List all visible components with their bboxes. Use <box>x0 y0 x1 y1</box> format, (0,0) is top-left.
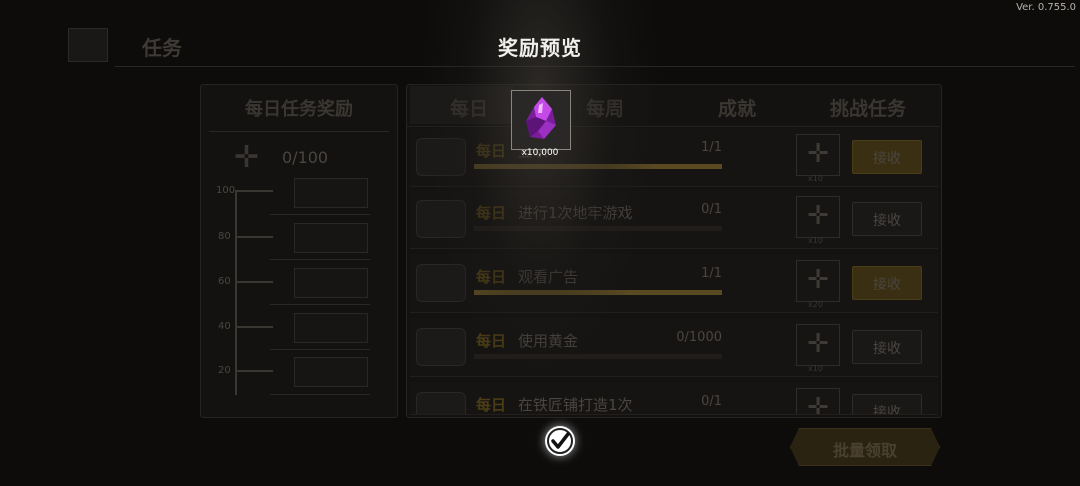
milestone-label: 80 <box>218 231 231 242</box>
milestone-label: 100 <box>216 185 236 196</box>
reward-preview-title: 奖励预览 <box>498 36 582 60</box>
milestone-tick <box>235 370 273 372</box>
task-reward-box[interactable]: ✛ <box>796 196 840 238</box>
confirm-button[interactable] <box>545 426 575 456</box>
reward-count: x10,000 <box>521 148 559 158</box>
claim-button[interactable]: 接收 <box>852 394 922 415</box>
task-reward-count: x10 <box>808 236 823 245</box>
milestone-label: 40 <box>218 321 231 332</box>
milestone-track <box>235 190 237 395</box>
task-progress: 0/1 <box>701 394 722 409</box>
sword-icon: ✛ <box>807 139 829 169</box>
milestone-tick <box>235 190 273 192</box>
task-reward-box[interactable]: ✛ <box>796 134 840 176</box>
claim-label: 接收 <box>873 277 901 293</box>
task-progress: 1/1 <box>701 266 722 281</box>
milestone-label: 60 <box>218 276 231 287</box>
divider <box>209 131 389 132</box>
claim-button[interactable]: 接收 <box>852 330 922 364</box>
sword-icon: ✛ <box>807 329 829 359</box>
claim-button[interactable]: 接收 <box>852 140 922 174</box>
milestone-chest-icon[interactable] <box>294 357 368 387</box>
sword-icon: ✛ <box>807 201 829 231</box>
milestone-chest-icon[interactable] <box>294 223 368 253</box>
task-progress: 0/1000 <box>676 330 722 345</box>
task-reward-count: x10 <box>808 364 823 373</box>
milestone-tick <box>235 236 273 238</box>
sword-icon: ✛ <box>234 140 260 175</box>
divider <box>270 394 370 395</box>
milestone-chest-icon[interactable] <box>294 268 368 298</box>
sword-icon: ✛ <box>807 393 829 415</box>
divider <box>270 259 370 260</box>
purple-crystal-icon <box>526 97 556 139</box>
daily-reward-title: 每日任务奖励 <box>245 99 353 120</box>
task-progress: 0/1 <box>701 202 722 217</box>
task-reward-count: x20 <box>808 300 823 309</box>
milestone-chest-icon[interactable] <box>294 178 368 208</box>
sword-icon: ✛ <box>807 265 829 295</box>
spotlight-overlay <box>420 0 660 486</box>
tab-achievements[interactable]: 成就 <box>718 94 756 121</box>
divider <box>270 304 370 305</box>
task-reward-box[interactable]: ✛ <box>796 260 840 302</box>
batch-claim-label: 批量领取 <box>832 441 897 460</box>
milestone-tick <box>235 326 273 328</box>
milestone-label: 20 <box>218 365 231 376</box>
task-reward-count: x10 <box>808 174 823 183</box>
claim-label: 接收 <box>873 405 901 415</box>
batch-claim-button[interactable]: 批量领取 <box>790 428 940 466</box>
divider <box>270 214 370 215</box>
checkmark-icon <box>547 428 573 454</box>
version-label: Ver. 0.755.0 <box>1016 2 1076 13</box>
claim-label: 接收 <box>873 213 901 229</box>
claim-label: 接收 <box>873 151 901 167</box>
milestone-tick <box>235 281 273 283</box>
task-reward-box[interactable]: ✛ <box>796 324 840 366</box>
milestone-chest-icon[interactable] <box>294 313 368 343</box>
task-progress: 1/1 <box>701 140 722 155</box>
daily-points-progress: 0/100 <box>282 148 329 167</box>
task-reward-box[interactable]: ✛ <box>796 388 840 415</box>
claim-label: 接收 <box>873 341 901 357</box>
divider <box>270 349 370 350</box>
reward-item-card[interactable] <box>511 90 571 150</box>
claim-button[interactable]: 接收 <box>852 202 922 236</box>
claim-button[interactable]: 接收 <box>852 266 922 300</box>
tab-challenges[interactable]: 挑战任务 <box>830 94 906 121</box>
